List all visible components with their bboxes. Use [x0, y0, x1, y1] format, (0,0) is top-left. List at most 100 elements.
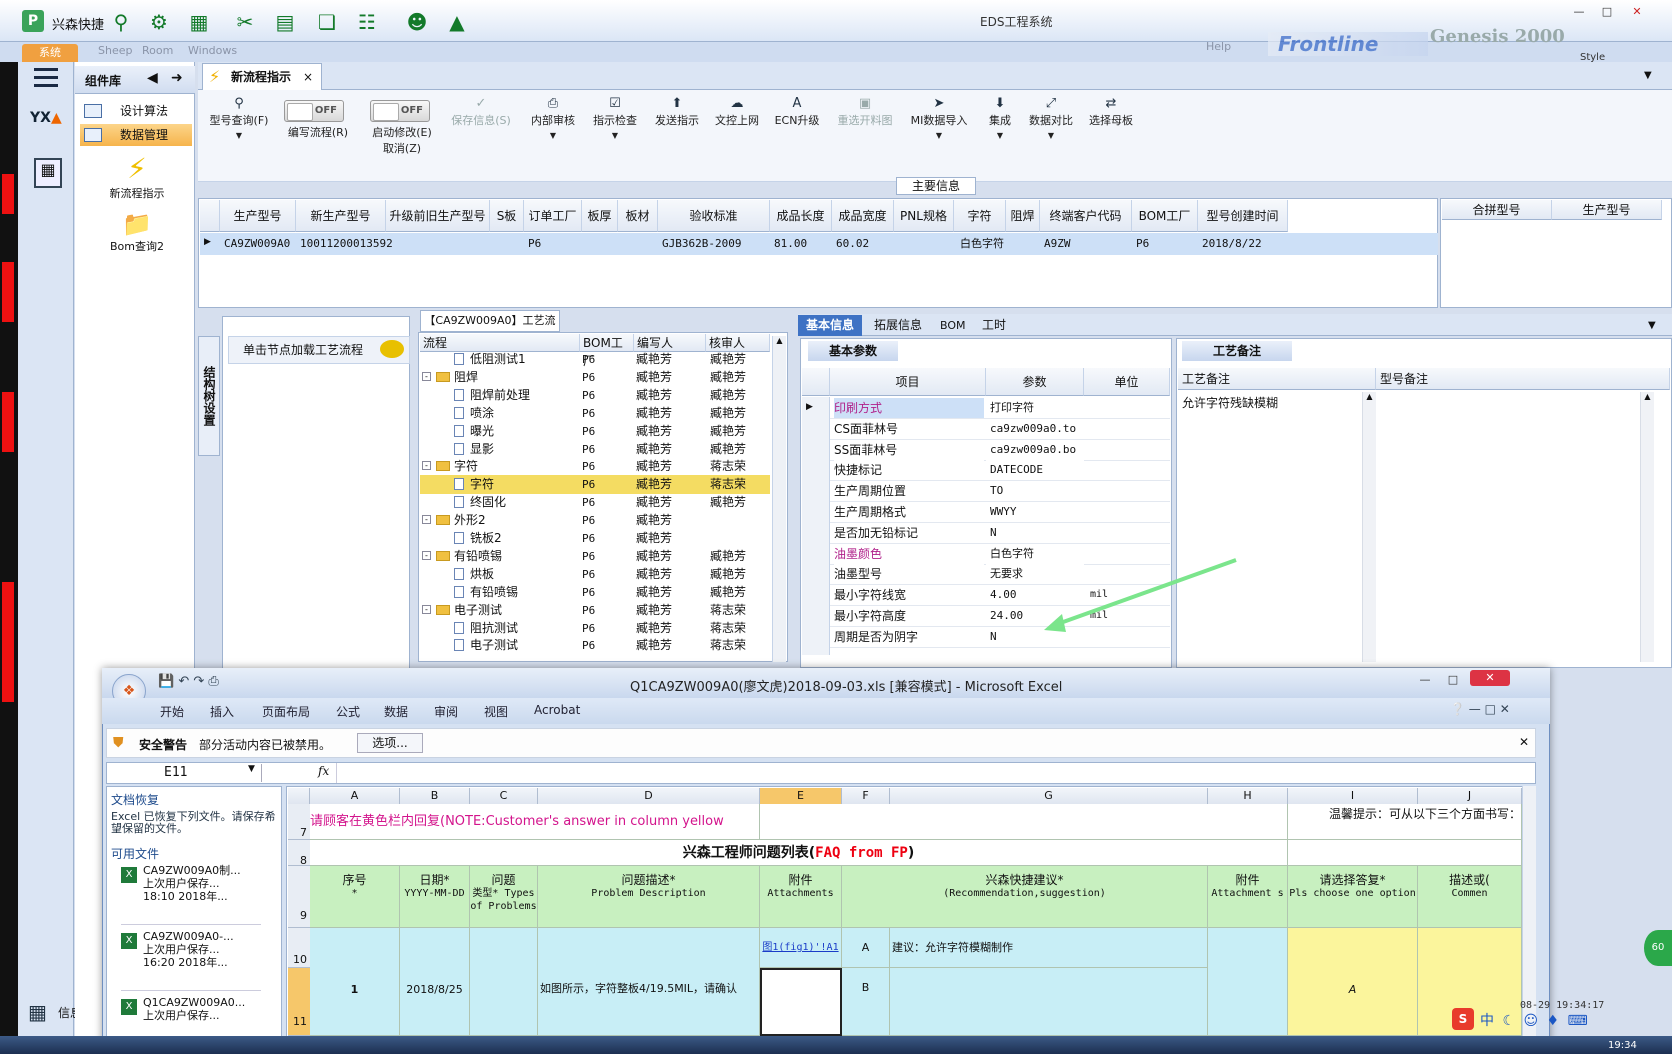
tab-bom[interactable]: BOM [932, 315, 974, 336]
chevron-down-icon[interactable]: ▼ [248, 764, 255, 774]
column-header[interactable]: PNL规格 [894, 200, 954, 232]
flow-scrollbar[interactable]: ▲ [772, 336, 786, 662]
table-cell[interactable]: 81.00 [770, 233, 832, 255]
options-button[interactable]: 选项... [357, 733, 423, 753]
column-header[interactable]: 合拼型号 [1442, 200, 1552, 220]
mi-import-button[interactable]: ➤ MI数据导入 ▼ [906, 96, 972, 141]
scissors-icon[interactable]: ✂ [232, 10, 258, 34]
param-value[interactable]: 24.00 [986, 606, 1084, 626]
check-instruction-button[interactable]: ☑ 指示检查 ▼ [588, 96, 642, 141]
data-compare-button[interactable]: ⤢ 数据对比 ▼ [1024, 96, 1078, 141]
write-flow-toggle[interactable]: OFF [284, 100, 344, 122]
sogou-ime-icon[interactable]: S [1452, 1008, 1474, 1030]
column-header[interactable]: S板 [490, 200, 524, 232]
param-value[interactable]: ca9zw009a0.bo [986, 439, 1084, 460]
list-item[interactable]: - 电子测试 P6 臧艳芳 蒋志荣 [420, 601, 770, 620]
param-value[interactable]: WWYY [986, 502, 1084, 522]
table-header[interactable]: 问题 类型* Types of Problems [470, 866, 538, 928]
table-cell[interactable]: P6 [1132, 233, 1198, 255]
serial-cell[interactable]: 1 [310, 928, 400, 1036]
row-number[interactable]: 11 [288, 968, 310, 1036]
row-number[interactable]: 9 [288, 866, 310, 928]
param-row[interactable]: 油墨型号 无要求 [830, 564, 1170, 586]
formula-input[interactable] [336, 763, 1526, 783]
list-item[interactable]: 字符 P6 臧艳芳 蒋志荣 [420, 475, 770, 495]
list-item[interactable]: 阻焊前处理 P6 臧艳芳 臧艳芳 [420, 386, 770, 405]
table-cell[interactable]: A9ZW [1040, 233, 1132, 255]
table-cell[interactable]: GJB362B-2009 [658, 233, 770, 255]
yx-logo-icon[interactable]: YX▲ [30, 110, 64, 142]
system-tab[interactable]: 系统 [22, 44, 78, 62]
row7-note[interactable]: 请顾客在黄色栏内回复(NOTE:Customer's answer in col… [310, 804, 760, 840]
bom-query-item[interactable]: 📁 Bom查询2 [92, 210, 182, 254]
layout-icon[interactable]: ☷ [354, 10, 380, 34]
option-a-cell[interactable]: A [842, 928, 890, 968]
table-cell[interactable] [490, 233, 524, 255]
column-letter[interactable]: F [842, 788, 890, 804]
attachment-cell[interactable] [1208, 928, 1288, 1036]
maximize-button[interactable]: □ [1594, 4, 1620, 20]
row-number[interactable]: 7 [288, 804, 310, 840]
option-b-cell[interactable]: B [842, 968, 890, 1036]
column-letter[interactable]: I [1288, 788, 1418, 804]
date-cell[interactable]: 2018/8/25 [400, 928, 470, 1036]
param-value[interactable]: TO [986, 481, 1084, 502]
column-header[interactable]: 工艺备注 [1178, 368, 1376, 390]
column-header[interactable]: 型号备注 [1376, 368, 1670, 390]
select-all-corner[interactable] [288, 788, 310, 804]
column-letter[interactable]: C [470, 788, 538, 804]
ribbon-tab[interactable]: 页面布局 [262, 703, 310, 720]
table-cell[interactable] [894, 233, 954, 255]
column-header[interactable]: 项目 [830, 368, 986, 396]
search-icon[interactable]: ⚲ [108, 10, 134, 34]
column-header[interactable]: 验收标准 [658, 200, 770, 232]
row7-empty[interactable] [760, 804, 1288, 840]
copy-icon[interactable]: ❏ [314, 10, 340, 34]
param-value[interactable]: N [986, 626, 1084, 647]
ribbon-tab[interactable]: 审阅 [434, 703, 458, 720]
column-letter[interactable]: B [400, 788, 470, 804]
excel-help-icon[interactable]: ❔ — □ ✕ [1450, 702, 1510, 716]
column-letter[interactable]: H [1208, 788, 1288, 804]
calculator-icon[interactable]: ▦ [34, 158, 62, 188]
list-item[interactable]: - 字符 P6 臧艳芳 蒋志荣 [420, 457, 770, 476]
attachment-link-cell[interactable]: 图1(fig1)'!A1 [760, 928, 842, 968]
film-icon[interactable]: ▤ [272, 10, 298, 34]
column-header[interactable]: 终端客户代码 [1040, 200, 1132, 232]
table-cell[interactable] [582, 233, 618, 255]
param-row[interactable]: 生产周期格式 WWYY [830, 502, 1170, 523]
doc-online-button[interactable]: ☁ 文控上网 [710, 96, 764, 128]
send-instruction-button[interactable]: ⬆ 发送指示 [650, 96, 704, 128]
list-item[interactable]: 铣板2 P6 臧艳芳 [420, 529, 770, 548]
list-item[interactable]: 低阻测试1 P6 臧艳芳 臧艳芳 [420, 350, 770, 369]
tab-close-icon[interactable]: × [303, 64, 313, 90]
collapse-icon[interactable]: - [422, 371, 431, 381]
chevron-down-icon[interactable]: ▼ [1644, 70, 1652, 81]
name-box[interactable]: E11 [108, 764, 262, 782]
model-query-button[interactable]: ⚲ 型号查询(F) ▼ [204, 96, 274, 141]
param-value[interactable]: 打印字符 [986, 398, 1084, 418]
column-header[interactable]: 单位 [1084, 368, 1170, 396]
param-value[interactable]: 无要求 [986, 564, 1084, 585]
collapse-icon[interactable]: - [422, 515, 431, 525]
table-header[interactable]: 日期* YYYY-MM-DD [400, 866, 470, 928]
column-header[interactable]: 生产型号 [1552, 200, 1662, 220]
recovery-file-item[interactable]: X CA9ZW009A0制... 上次用户保存... 18:10 2018年... [121, 865, 261, 925]
new-flow-item[interactable]: ⚡ 新流程指示 [92, 152, 182, 201]
ribbon-tab[interactable]: 数据 [384, 703, 408, 720]
suggestion-cell-empty[interactable] [890, 968, 1208, 1036]
param-row[interactable]: 印刷方式 打印字符 [830, 398, 1170, 419]
column-header[interactable]: 板厚 [582, 200, 618, 232]
list-item[interactable]: 有铅喷锡 P6 臧艳芳 臧艳芳 [420, 583, 770, 602]
column-header[interactable]: 新生产型号 [296, 200, 386, 232]
table-cell[interactable] [386, 233, 490, 255]
param-row[interactable]: 周期是否为阴字 N [830, 626, 1170, 648]
table-cell[interactable]: 10011200013592 [296, 233, 393, 255]
table-cell[interactable] [618, 233, 658, 255]
pin-icon[interactable]: ➜ [171, 70, 183, 86]
tab-basic-info[interactable]: 基本信息 [798, 315, 863, 336]
start-edit-toggle[interactable]: OFF [370, 100, 430, 122]
param-value[interactable]: 白色字符 [986, 543, 1084, 564]
sheet-scrollbar[interactable] [1522, 786, 1536, 1036]
structure-tree-settings-tab[interactable]: 结构树设置 [198, 336, 220, 456]
